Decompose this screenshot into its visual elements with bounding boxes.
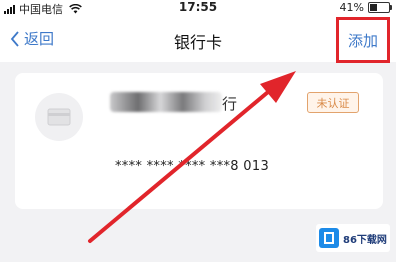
watermark-logo-icon <box>319 228 339 248</box>
watermark: 86下载网 <box>316 224 390 252</box>
watermark-text: 86下载网 <box>343 234 387 246</box>
annotation-arrow <box>88 71 296 243</box>
